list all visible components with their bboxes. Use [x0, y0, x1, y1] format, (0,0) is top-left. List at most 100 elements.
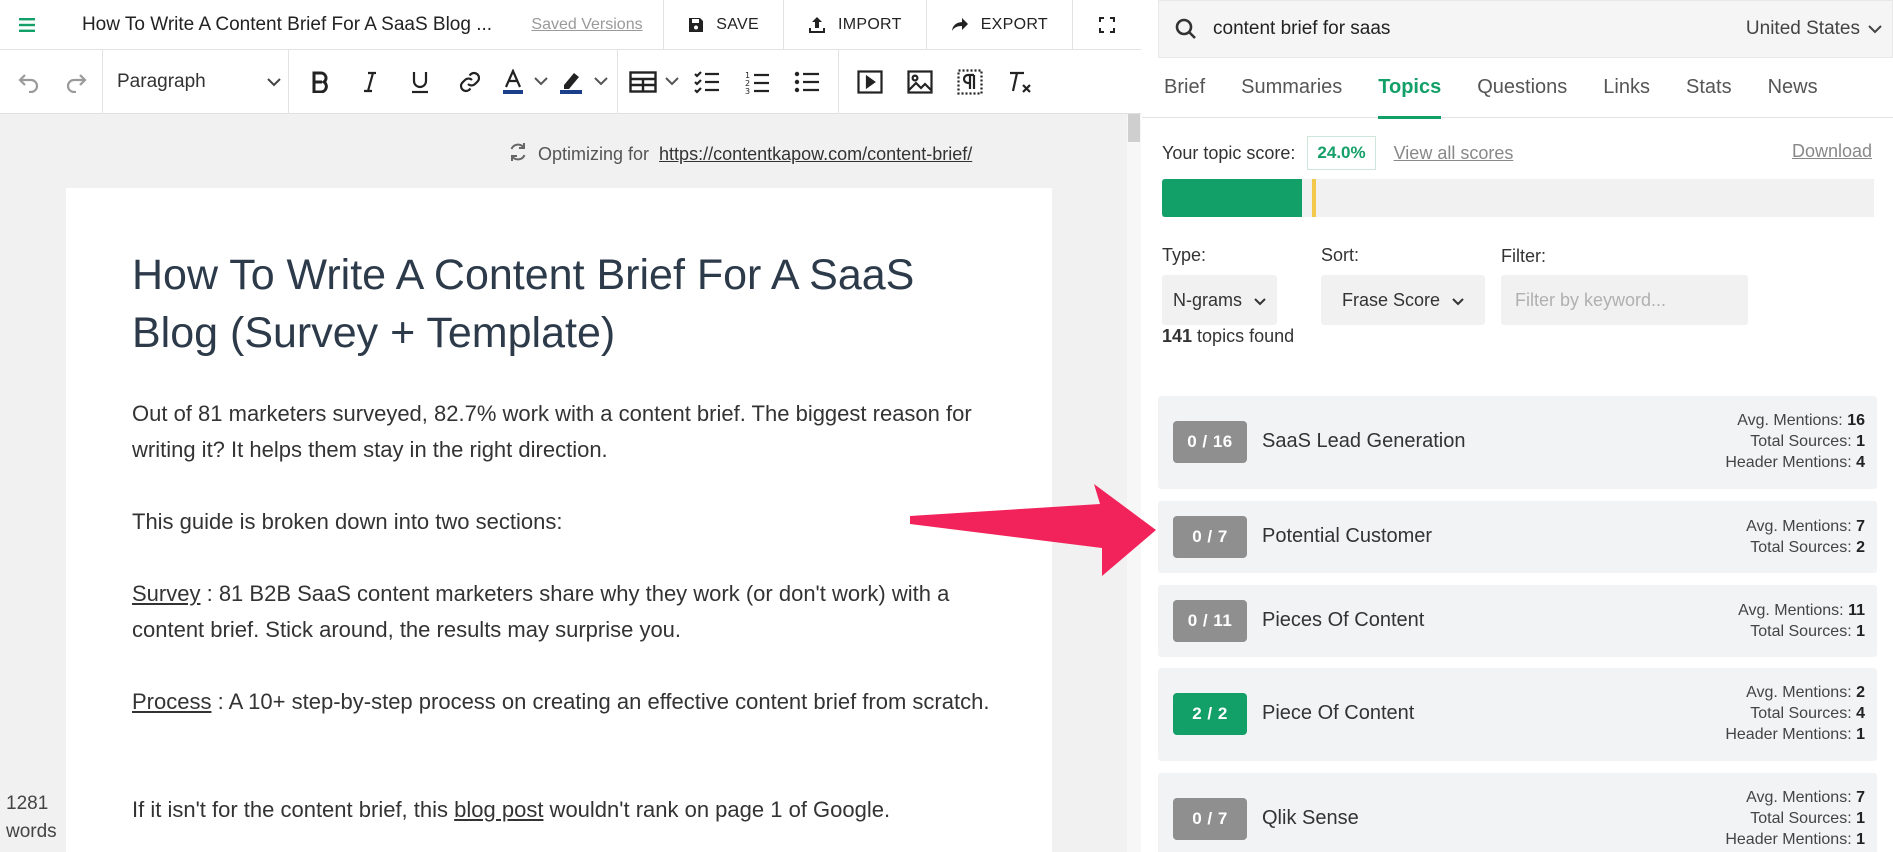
tab-summaries[interactable]: Summaries: [1241, 58, 1342, 118]
block-style-value: Paragraph: [117, 70, 206, 92]
search-input[interactable]: content brief for saas: [1213, 18, 1746, 40]
topic-name: Pieces Of Content: [1262, 609, 1425, 631]
filter-keyword-input[interactable]: Filter by keyword...: [1501, 275, 1748, 325]
topic-stats: Avg. Mentions: 2 Total Sources: 4 Header…: [1725, 682, 1865, 745]
topic-stats: Avg. Mentions: 16 Total Sources: 1 Heade…: [1725, 410, 1865, 473]
intro-paragraph[interactable]: Out of 81 marketers surveyed, 82.7% work…: [132, 396, 1002, 468]
sections-paragraph[interactable]: This guide is broken down into two secti…: [132, 504, 1002, 540]
total-sources-label: Total Sources:: [1750, 810, 1852, 827]
total-sources-label: Total Sources:: [1750, 433, 1852, 450]
tab-topics[interactable]: Topics: [1378, 58, 1441, 119]
survey-link[interactable]: Survey: [132, 581, 200, 606]
topic-row[interactable]: 0 / 7 Qlik Sense Avg. Mentions: 7 Total …: [1158, 773, 1877, 852]
type-value: N-grams: [1172, 289, 1242, 310]
total-sources-value: 1: [1856, 623, 1865, 640]
app-window: How To Write A Content Brief For A SaaS …: [0, 0, 1893, 852]
tab-news[interactable]: News: [1768, 58, 1818, 118]
refresh-icon[interactable]: [508, 142, 528, 167]
document-heading[interactable]: How To Write A Content Brief For A SaaS …: [132, 246, 992, 362]
paragraph-mark-icon[interactable]: [945, 60, 995, 104]
clear-formatting-icon[interactable]: [995, 60, 1045, 104]
document-page[interactable]: How To Write A Content Brief For A SaaS …: [66, 188, 1052, 852]
text-color-chevron-icon[interactable]: [531, 77, 551, 86]
topic-name: SaaS Lead Generation: [1262, 430, 1466, 452]
rank-paragraph[interactable]: If it isn't for the content brief, this …: [132, 792, 1002, 828]
tab-stats[interactable]: Stats: [1686, 58, 1732, 118]
word-count-label: words: [6, 821, 57, 842]
export-button[interactable]: EXPORT: [925, 0, 1072, 50]
avg-mentions-value: 16: [1847, 412, 1865, 429]
redo-icon[interactable]: [54, 60, 98, 104]
type-select[interactable]: N-grams: [1162, 275, 1277, 325]
survey-paragraph[interactable]: Survey : 81 B2B SaaS content marketers s…: [132, 576, 1002, 648]
process-paragraph[interactable]: Process : A 10+ step-by-step process on …: [132, 684, 1002, 720]
avg-mentions-value: 11: [1848, 602, 1865, 619]
fullscreen-button[interactable]: [1072, 0, 1141, 50]
chevron-down-icon: [1868, 18, 1882, 40]
process-link[interactable]: Process: [132, 689, 211, 714]
avg-mentions-value: 7: [1856, 789, 1865, 806]
process-text: : A 10+ step-by-step process on creating…: [211, 689, 990, 714]
header-mentions-value: 4: [1856, 454, 1865, 471]
saved-versions-link[interactable]: Saved Versions: [503, 16, 663, 34]
undo-icon[interactable]: [4, 60, 54, 104]
image-icon[interactable]: [895, 60, 945, 104]
save-button[interactable]: SAVE: [663, 0, 783, 50]
total-sources-label: Total Sources:: [1750, 623, 1852, 640]
topic-usage-badge: 0 / 7: [1173, 516, 1247, 558]
bold-icon[interactable]: [295, 60, 345, 104]
header-mentions-value: 1: [1856, 831, 1865, 848]
chevron-down-icon: [266, 71, 282, 93]
block-style-select[interactable]: Paragraph: [103, 49, 289, 114]
country-select[interactable]: United States: [1746, 18, 1892, 40]
hamburger-menu-icon[interactable]: [0, 0, 54, 50]
word-count-number: 1281: [6, 793, 49, 814]
tab-brief[interactable]: Brief: [1164, 58, 1205, 118]
avg-mentions-label: Avg. Mentions:: [1737, 412, 1843, 429]
optimizing-url-link[interactable]: https://contentkapow.com/content-brief/: [659, 144, 972, 165]
video-icon[interactable]: [845, 60, 895, 104]
total-sources-value: 4: [1856, 705, 1865, 722]
topic-row[interactable]: 0 / 11 Pieces Of Content Avg. Mentions: …: [1158, 585, 1877, 657]
topic-row[interactable]: 0 / 16 SaaS Lead Generation Avg. Mention…: [1158, 396, 1877, 489]
topic-stats: Avg. Mentions: 7 Total Sources: 2: [1746, 516, 1865, 558]
highlight-icon[interactable]: [551, 60, 591, 104]
italic-icon[interactable]: [345, 60, 395, 104]
text-color-icon[interactable]: [495, 60, 531, 104]
country-value: United States: [1745, 18, 1860, 39]
avg-mentions-value: 2: [1856, 684, 1865, 701]
import-button[interactable]: IMPORT: [782, 0, 926, 50]
research-panel: content brief for saas United States Bri…: [1142, 0, 1893, 852]
underline-icon[interactable]: [395, 60, 445, 104]
sort-select[interactable]: Frase Score: [1321, 275, 1485, 325]
topic-row[interactable]: 0 / 7 Potential Customer Avg. Mentions: …: [1158, 501, 1877, 573]
word-count: 1281 words: [6, 790, 57, 846]
survey-text: : 81 B2B SaaS content marketers share wh…: [132, 581, 950, 642]
svg-text:3: 3: [745, 87, 750, 94]
tab-questions[interactable]: Questions: [1477, 58, 1567, 118]
topic-stats: Avg. Mentions: 7 Total Sources: 1 Header…: [1725, 787, 1865, 850]
checklist-icon[interactable]: [682, 60, 732, 104]
highlight-chevron-icon[interactable]: [591, 77, 611, 86]
tab-links[interactable]: Links: [1603, 58, 1650, 118]
table-chevron-icon[interactable]: [662, 77, 682, 86]
topics-found-label: topics found: [1192, 326, 1295, 346]
chevron-down-icon: [1452, 290, 1464, 311]
topic-stats: Avg. Mentions: 11 Total Sources: 1: [1738, 600, 1865, 642]
table-icon[interactable]: [624, 60, 662, 104]
avg-mentions-value: 7: [1856, 518, 1865, 535]
editor-scrollbar-thumb[interactable]: [1128, 114, 1140, 142]
blog-post-link[interactable]: blog post: [454, 797, 543, 822]
filter-label: Filter:: [1501, 246, 1546, 266]
bullet-list-icon[interactable]: [782, 60, 832, 104]
annotation-arrow-icon: [910, 484, 1156, 576]
formatting-toolbar: Paragraph 1 2 3: [0, 49, 1141, 114]
download-link[interactable]: Download: [1792, 141, 1872, 162]
topic-row[interactable]: 2 / 2 Piece Of Content Avg. Mentions: 2 …: [1158, 668, 1877, 761]
link-icon[interactable]: [445, 60, 495, 104]
numbered-list-icon[interactable]: 123: [732, 60, 782, 104]
document-title[interactable]: How To Write A Content Brief For A SaaS …: [54, 14, 503, 36]
search-icon[interactable]: [1159, 18, 1213, 40]
view-all-scores-link[interactable]: View all scores: [1394, 143, 1514, 164]
avg-mentions-label: Avg. Mentions:: [1746, 789, 1852, 806]
